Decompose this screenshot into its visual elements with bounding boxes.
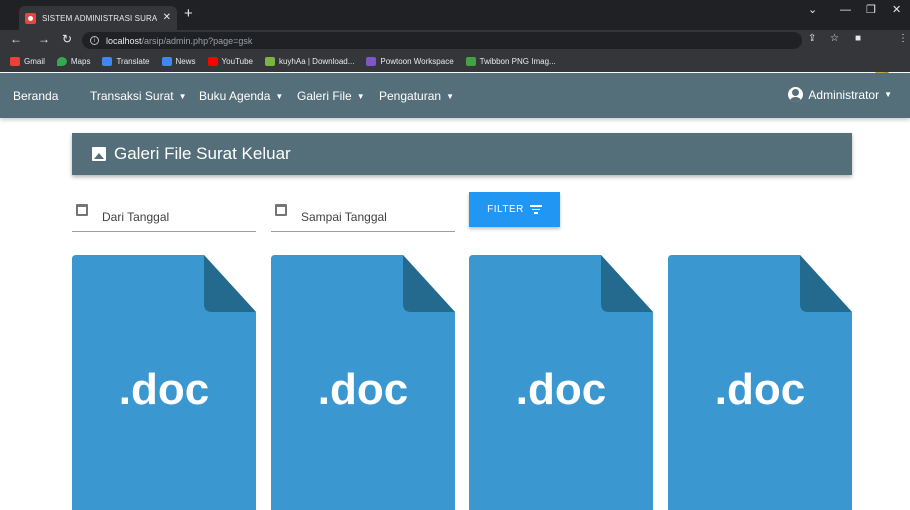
caret-down-icon: ▼ [178,91,187,101]
caret-down-icon: ▼ [884,90,892,99]
url-path: /arsip/admin.php?page=gsk [141,35,253,46]
user-menu[interactable]: Administrator ▼ [788,87,892,102]
bookmark-star-icon[interactable]: ☆ [830,34,839,44]
user-name: Administrator [808,87,880,102]
forward-icon[interactable]: → [38,33,50,45]
nav-beranda[interactable]: Beranda [13,89,58,103]
address-bar[interactable]: i localhost /arsip/admin.php?page=gsk [82,32,802,49]
date-to-input[interactable] [301,210,441,224]
file-extension-label: .doc [515,365,607,414]
close-window-icon[interactable]: ✕ [892,5,901,16]
date-from-field [72,200,256,232]
page-title: Galeri File Surat Keluar [114,144,291,163]
date-from-input[interactable] [102,210,242,224]
gmail-icon [10,56,20,66]
filter-icon [529,205,542,214]
nav-pengaturan[interactable]: Pengaturan ▼ [379,89,454,103]
maps-icon [56,56,67,66]
file-card[interactable]: .doc [271,255,455,510]
reload-icon[interactable]: ↻ [62,33,72,45]
browser-toolbar: ← → ↻ i localhost /arsip/admin.php?page=… [0,30,910,77]
tab-title: SISTEM ADMINISTRASI SURAT T [42,13,157,23]
site-favicon-icon [25,12,36,24]
twibbon-icon [465,56,476,66]
file-extension-label: .doc [714,365,806,414]
browser-tabstrip: SISTEM ADMINISTRASI SURAT T ✕ + ⌄ — ❐ ✕ [0,0,910,30]
url-host: localhost [106,35,142,46]
date-to-field [271,200,455,232]
caret-down-icon: ▼ [275,91,284,101]
caret-down-icon: ▼ [356,91,365,101]
bookmark-powtoon[interactable]: Powtoon Workspace [366,56,454,66]
nav-transaksi-surat[interactable]: Transaksi Surat ▼ [90,89,187,103]
tab-search-icon[interactable]: ⌄ [808,5,817,16]
powtoon-icon [366,56,377,66]
bookmark-translate[interactable]: Translate [102,56,150,66]
bookmarks-bar: Gmail Maps Translate News YouTube kuyhAa… [0,50,910,72]
browser-tab[interactable]: SISTEM ADMINISTRASI SURAT T ✕ [19,6,177,30]
browser-menu-icon[interactable]: ⋮ [898,34,908,44]
close-tab-icon[interactable]: ✕ [163,13,171,23]
minimize-icon[interactable]: — [840,5,851,16]
kuyhaa-icon [264,56,275,66]
back-icon[interactable]: ← [10,33,22,45]
nav-buku-agenda[interactable]: Buku Agenda ▼ [199,89,283,103]
filter-button[interactable]: FILTER [469,192,560,227]
bookmark-news[interactable]: News [161,56,196,66]
bookmark-kuyhaa[interactable]: kuyhAa | Download... [264,56,354,66]
bookmark-gmail[interactable]: Gmail [10,56,45,66]
file-card[interactable]: .doc [668,255,852,510]
site-info-icon[interactable]: i [90,36,99,45]
restore-icon[interactable]: ❐ [866,5,876,16]
image-icon [92,147,106,161]
translate-icon [102,56,113,66]
file-card[interactable]: .doc [72,255,256,510]
youtube-icon [207,56,218,66]
side-panel-icon[interactable]: ■ [855,34,861,44]
bookmark-youtube[interactable]: YouTube [207,56,253,66]
bookmark-maps[interactable]: Maps [56,56,90,66]
calendar-icon [76,204,88,216]
file-card[interactable]: .doc [469,255,653,510]
news-icon [161,56,172,66]
nav-galeri-file[interactable]: Galeri File ▼ [297,89,365,103]
bookmark-twibbon[interactable]: Twibbon PNG Imag... [465,56,556,66]
calendar-icon [275,204,287,216]
share-icon[interactable]: ⇪ [808,34,816,44]
file-extension-label: .doc [317,365,409,414]
account-circle-icon [788,87,804,102]
caret-down-icon: ▼ [446,91,454,101]
page-header: Galeri File Surat Keluar [72,133,852,175]
app-navbar: Beranda Transaksi Surat ▼ Buku Agenda ▼ Ga… [0,73,910,118]
file-extension-label: .doc [118,365,210,414]
new-tab-icon[interactable]: + [184,6,193,21]
